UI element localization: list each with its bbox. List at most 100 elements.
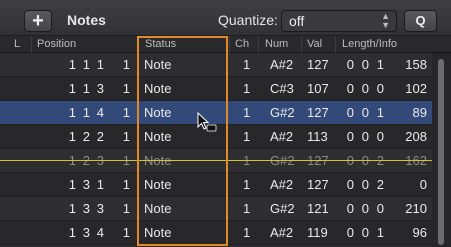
length-tick: 0 <box>419 177 427 192</box>
chevron-updown-icon: ▲ ▼ <box>381 11 390 30</box>
length-tick: 158 <box>405 57 427 72</box>
table-row[interactable]: 1 1 3 1 Note 1 C#3 107 0 0 0 102 <box>0 77 432 101</box>
length-bar: 0 <box>346 81 354 96</box>
length-tick: 96 <box>412 225 427 240</box>
notes-title: Notes <box>67 12 106 28</box>
length-division: 2 <box>376 177 384 192</box>
pointer-cursor-icon <box>197 112 217 132</box>
position-division: 1 <box>96 57 104 72</box>
position-bar: 1 <box>68 177 76 192</box>
channel-cell: 1 <box>243 201 251 216</box>
quantize-value: off <box>289 13 305 29</box>
channel-cell: 1 <box>243 129 251 144</box>
length-bar: 0 <box>346 105 354 120</box>
position-bar: 1 <box>68 201 76 216</box>
status-cell: Note <box>144 105 172 120</box>
position-tick: 1 <box>122 129 130 144</box>
add-event-button[interactable]: + <box>24 10 52 32</box>
col-header-length-info[interactable]: Length/Info <box>342 38 397 50</box>
channel-cell: 1 <box>243 225 251 240</box>
table-row[interactable]: 1 3 4 1 Note 1 A#2 119 0 0 1 96 <box>0 221 432 245</box>
column-header: L Position Status Ch Num Val Length/Info <box>0 36 451 53</box>
column-divider <box>335 36 336 53</box>
note-number-cell: A#2 <box>270 225 294 240</box>
column-divider <box>258 36 259 53</box>
col-header-l[interactable]: L <box>14 38 20 50</box>
note-number-cell: C#3 <box>270 81 294 96</box>
scrollbar-thumb[interactable] <box>438 59 444 245</box>
note-number-cell: A#2 <box>270 177 294 192</box>
plus-icon: + <box>32 10 44 32</box>
channel-cell: 1 <box>243 57 251 72</box>
event-list: 1 1 1 1 Note 1 A#2 127 0 0 1 158 1 1 3 1… <box>0 53 432 247</box>
position-division: 3 <box>96 81 104 96</box>
position-bar: 1 <box>68 225 76 240</box>
length-bar: 0 <box>346 225 354 240</box>
status-cell: Note <box>144 81 172 96</box>
position-tick: 1 <box>122 177 130 192</box>
channel-cell: 1 <box>243 81 251 96</box>
length-beat: 0 <box>361 177 369 192</box>
status-cell: Note <box>144 201 172 216</box>
velocity-cell: 121 <box>307 201 329 216</box>
position-division: 3 <box>96 201 104 216</box>
quantize-select[interactable]: off ▲ ▼ <box>281 10 397 32</box>
status-cell: Note <box>144 57 172 72</box>
quantize-button[interactable]: Q <box>404 10 437 32</box>
position-division: 2 <box>96 129 104 144</box>
table-row[interactable]: 1 3 1 1 Note 1 A#2 127 0 0 2 0 <box>0 173 432 197</box>
col-header-val[interactable]: Val <box>307 38 322 50</box>
note-number-cell: G#2 <box>270 105 295 120</box>
position-beat: 3 <box>82 177 90 192</box>
length-beat: 0 <box>361 81 369 96</box>
toolbar: + Notes Quantize: off ▲ ▼ Q <box>0 0 451 36</box>
velocity-cell: 107 <box>307 81 329 96</box>
position-division: 4 <box>96 105 104 120</box>
position-division: 1 <box>96 177 104 192</box>
length-division: 0 <box>376 81 384 96</box>
length-division: 1 <box>376 105 384 120</box>
length-tick: 102 <box>405 81 427 96</box>
col-header-position[interactable]: Position <box>37 38 76 50</box>
length-division: 1 <box>376 57 384 72</box>
position-beat: 3 <box>82 201 90 216</box>
status-cell: Note <box>144 177 172 192</box>
length-bar: 0 <box>346 201 354 216</box>
note-number-cell: A#2 <box>270 129 294 144</box>
velocity-cell: 119 <box>307 225 328 240</box>
playhead-line[interactable] <box>0 160 432 161</box>
length-bar: 0 <box>346 129 354 144</box>
length-division: 0 <box>376 201 384 216</box>
channel-cell: 1 <box>243 105 251 120</box>
position-tick: 1 <box>122 81 130 96</box>
position-bar: 1 <box>68 105 76 120</box>
length-beat: 0 <box>361 57 369 72</box>
note-number-cell: A#2 <box>270 57 294 72</box>
col-header-ch[interactable]: Ch <box>235 38 249 50</box>
length-tick: 208 <box>405 129 427 144</box>
length-beat: 0 <box>361 225 369 240</box>
length-beat: 0 <box>361 129 369 144</box>
column-divider <box>301 36 302 53</box>
length-beat: 0 <box>361 201 369 216</box>
table-row[interactable]: 1 1 1 1 Note 1 A#2 127 0 0 1 158 <box>0 53 432 77</box>
table-row[interactable]: 1 3 3 1 Note 1 G#2 121 0 0 0 210 <box>0 197 432 221</box>
status-cell: Note <box>144 129 172 144</box>
note-number-cell: G#2 <box>270 201 295 216</box>
position-beat: 1 <box>82 105 90 120</box>
length-division: 1 <box>376 225 384 240</box>
col-header-num[interactable]: Num <box>265 38 288 50</box>
position-bar: 1 <box>68 129 76 144</box>
col-header-status[interactable]: Status <box>145 38 176 50</box>
channel-cell: 1 <box>243 177 251 192</box>
length-beat: 0 <box>361 105 369 120</box>
velocity-cell: 113 <box>307 129 328 144</box>
table-row[interactable]: 1 2 3 1 Note 1 G#2 127 0 0 2 162 <box>0 149 432 173</box>
position-tick: 1 <box>122 225 130 240</box>
position-tick: 1 <box>122 57 130 72</box>
length-tick: 89 <box>412 105 427 120</box>
position-bar: 1 <box>68 57 76 72</box>
position-beat: 1 <box>82 57 90 72</box>
vertical-scrollbar[interactable] <box>432 53 451 247</box>
position-beat: 1 <box>82 81 90 96</box>
